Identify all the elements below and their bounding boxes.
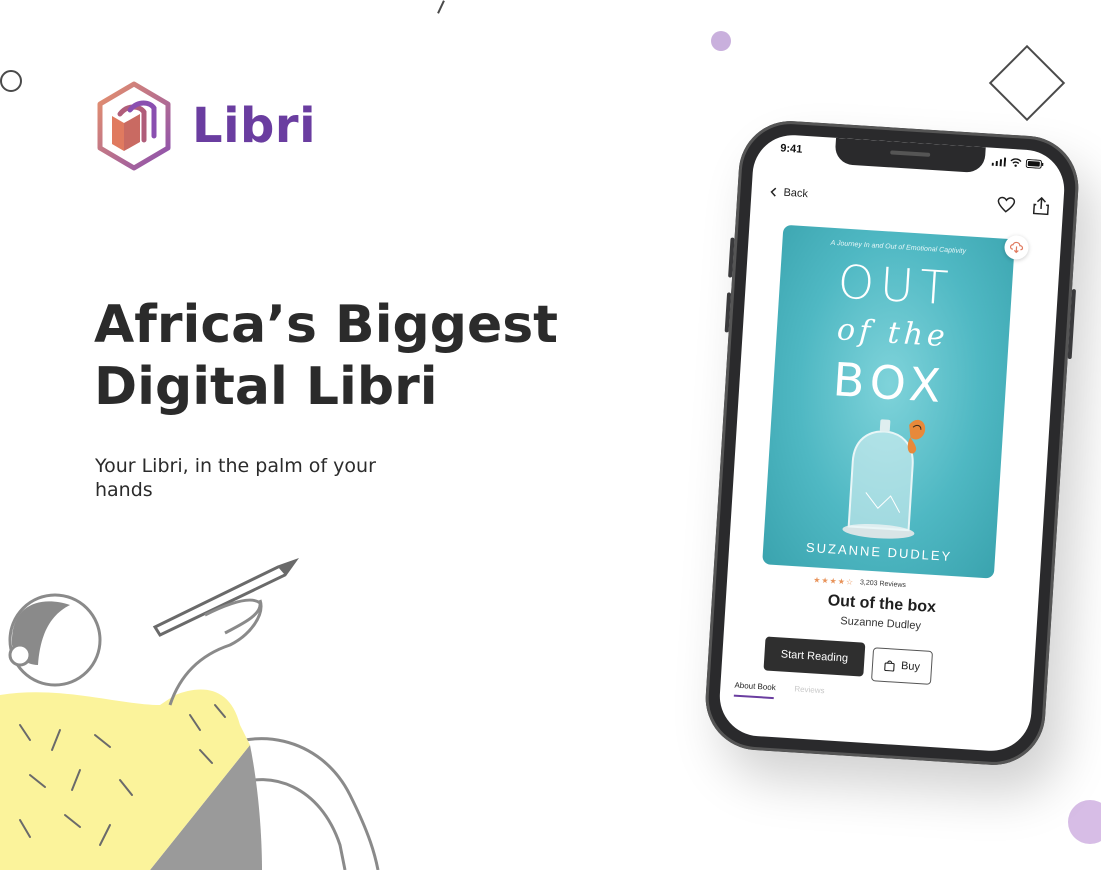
buy-button[interactable]: Buy bbox=[871, 647, 934, 685]
decorative-circle-outline bbox=[0, 70, 22, 92]
share-icon bbox=[1032, 196, 1050, 216]
bell-jar-butterfly-image bbox=[842, 419, 926, 539]
book-cover[interactable]: A Journey In and Out of Emotional Captiv… bbox=[762, 224, 1016, 579]
headline-line-1: Africa’s Biggest bbox=[94, 295, 559, 355]
download-button[interactable] bbox=[1003, 234, 1030, 261]
battery-icon bbox=[1025, 159, 1044, 169]
decorative-dot bbox=[711, 31, 731, 51]
tab-reviews[interactable]: Reviews bbox=[794, 684, 825, 695]
wifi-icon bbox=[1010, 158, 1022, 167]
favorite-button[interactable] bbox=[996, 196, 1016, 218]
signal-icon bbox=[991, 157, 1007, 167]
chevron-left-icon bbox=[770, 187, 777, 197]
shopping-bag-icon bbox=[884, 660, 895, 672]
phone-mockup: 9:41 Back A Journey In and Out of Emotio… bbox=[702, 117, 1082, 769]
star-rating: ★★★★☆ bbox=[812, 575, 855, 587]
start-reading-button[interactable]: Start Reading bbox=[763, 636, 866, 677]
rating-row: ★★★★☆ 3,203 Reviews bbox=[813, 575, 906, 590]
decorative-circle bbox=[1068, 800, 1101, 844]
reader-illustration bbox=[0, 558, 380, 870]
brand-wordmark: Libri bbox=[192, 98, 317, 154]
status-time: 9:41 bbox=[779, 142, 803, 156]
share-button[interactable] bbox=[1032, 196, 1050, 220]
headline-line-2: Digital Libri bbox=[94, 357, 438, 417]
active-tab-indicator bbox=[733, 694, 774, 700]
brand-logo[interactable]: Libri bbox=[94, 80, 316, 172]
hero-headline: Africa’s Biggest Digital Libri bbox=[94, 294, 614, 418]
back-button[interactable]: Back bbox=[769, 186, 808, 200]
cover-title-bottom: BOX bbox=[831, 352, 949, 414]
phone-screen: 9:41 Back A Journey In and Out of Emotio… bbox=[717, 132, 1067, 754]
books-hexagon-icon bbox=[97, 81, 171, 171]
back-label: Back bbox=[783, 186, 809, 201]
status-icons bbox=[991, 157, 1044, 169]
cover-title-top: OUT bbox=[836, 254, 956, 316]
decorative-dash bbox=[437, 0, 445, 14]
decorative-diamond bbox=[988, 44, 1066, 122]
buy-label: Buy bbox=[900, 660, 921, 674]
hero-subline: Your Libri, in the palm of your hands bbox=[95, 455, 376, 501]
cloud-download-icon bbox=[1009, 241, 1024, 254]
tab-about-book[interactable]: About Book bbox=[734, 681, 776, 693]
heart-icon bbox=[997, 196, 1016, 213]
review-count: 3,203 Reviews bbox=[859, 579, 907, 590]
